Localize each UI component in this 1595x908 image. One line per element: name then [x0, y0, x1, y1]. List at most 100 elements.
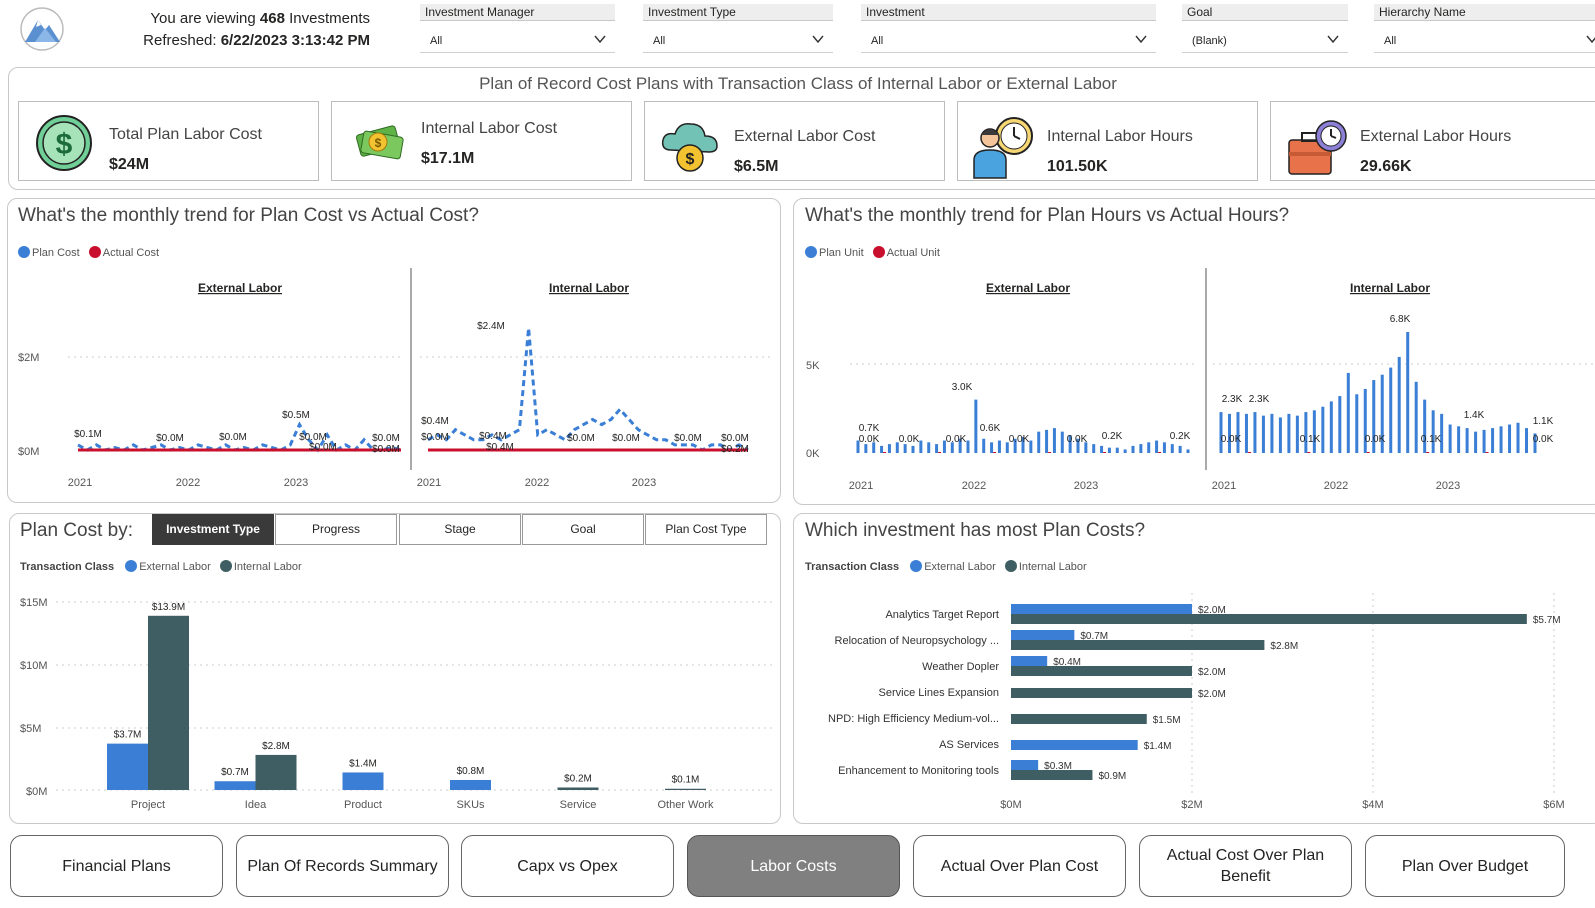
plan-unit-bar[interactable] — [1100, 445, 1104, 453]
bar[interactable] — [1011, 604, 1192, 614]
bar[interactable] — [1011, 656, 1048, 666]
plan-unit-bar[interactable] — [1499, 426, 1503, 453]
bar[interactable] — [107, 743, 148, 790]
plan-unit-bar[interactable] — [1321, 406, 1325, 453]
plan-unit-bar[interactable] — [911, 445, 915, 453]
actual-unit-bar[interactable] — [883, 452, 887, 453]
slicer-dropdown[interactable]: All — [1374, 29, 1595, 53]
plan-unit-bar[interactable] — [1329, 401, 1333, 453]
plan-unit-bar[interactable] — [864, 444, 868, 453]
slicer-dropdown[interactable]: All — [861, 29, 1156, 53]
actual-unit-bar[interactable] — [1366, 452, 1370, 453]
plan-unit-bar[interactable] — [966, 440, 970, 453]
plan-unit-bar[interactable] — [1244, 413, 1248, 453]
plan-unit-bar[interactable] — [880, 445, 884, 453]
plan-unit-bar[interactable] — [935, 444, 939, 453]
plan-unit-bar[interactable] — [1170, 444, 1174, 453]
slicer-dropdown[interactable]: All — [643, 29, 833, 53]
bar[interactable] — [1011, 740, 1138, 750]
plan-unit-bar[interactable] — [1045, 429, 1049, 453]
plan-unit-bar[interactable] — [1029, 440, 1033, 453]
tab-progress[interactable]: Progress — [275, 514, 397, 545]
legend-item-internal-labor[interactable]: Internal Labor — [1004, 560, 1087, 573]
bar[interactable] — [1011, 630, 1075, 640]
slicer-investment[interactable]: Investment All — [861, 4, 1156, 56]
slicer-hierarchy-name[interactable]: Hierarchy Name All — [1374, 4, 1595, 56]
plan-unit-bar[interactable] — [1406, 332, 1410, 453]
nav-actual-cost-over-plan-benefit-button[interactable]: Actual Cost Over Plan Benefit — [1139, 835, 1352, 897]
actual-unit-bar[interactable] — [993, 452, 997, 453]
bar[interactable] — [255, 754, 297, 790]
tab-goal[interactable]: Goal — [522, 514, 644, 545]
plan-unit-bar[interactable] — [1219, 412, 1223, 453]
plan-unit-bar[interactable] — [1115, 447, 1119, 453]
plan-unit-bar[interactable] — [927, 442, 931, 453]
plan-unit-bar[interactable] — [1060, 431, 1064, 453]
plan-unit-bar[interactable] — [1162, 442, 1166, 453]
bar[interactable] — [1011, 640, 1265, 650]
plan-unit-bar[interactable] — [1516, 422, 1520, 453]
bar[interactable] — [1011, 770, 1093, 780]
slicer-dropdown[interactable]: (Blank) — [1182, 29, 1348, 53]
bar[interactable] — [1011, 614, 1527, 624]
plan-unit-bar[interactable] — [1414, 381, 1418, 453]
actual-unit-bar[interactable] — [1426, 452, 1430, 453]
plan-unit-bar[interactable] — [919, 440, 923, 453]
plan-unit-bar[interactable] — [1155, 440, 1159, 453]
plan-unit-bar[interactable] — [1253, 412, 1257, 453]
slicer-dropdown[interactable]: All — [420, 29, 615, 53]
plan-unit-bar[interactable] — [982, 438, 986, 453]
plan-unit-bar[interactable] — [1304, 412, 1308, 453]
tab-stage[interactable]: Stage — [399, 514, 521, 545]
plan-unit-bar[interactable] — [1123, 449, 1127, 453]
plan-unit-bar[interactable] — [1389, 367, 1393, 453]
plan-unit-bar[interactable] — [1092, 444, 1096, 453]
nav-labor-costs-button[interactable]: Labor Costs — [687, 835, 900, 897]
legend-item-external-labor[interactable]: External Labor — [125, 560, 211, 573]
bar[interactable] — [1011, 666, 1192, 676]
actual-unit-bar[interactable] — [1307, 452, 1311, 453]
nav-capx-vs-opex-button[interactable]: Capx vs Opex — [461, 835, 674, 897]
nav-plan-of-records-summary-button[interactable]: Plan Of Records Summary — [236, 835, 449, 897]
plan-unit-bar[interactable] — [1236, 412, 1240, 453]
legend-item-actual-cost[interactable]: Actual Cost — [88, 246, 159, 259]
plan-unit-bar[interactable] — [1482, 429, 1486, 453]
legend-item-internal-labor[interactable]: Internal Labor — [219, 560, 302, 573]
plan-unit-bar[interactable] — [1270, 413, 1274, 453]
bar[interactable] — [214, 781, 256, 790]
plan-unit-bar[interactable] — [1346, 372, 1350, 453]
plan-unit-bar[interactable] — [1338, 396, 1342, 453]
plan-unit-bar[interactable] — [887, 444, 891, 453]
plan-unit-bar[interactable] — [974, 399, 978, 453]
plan-unit-bar[interactable] — [1052, 428, 1056, 453]
nav-plan-over-budget-button[interactable]: Plan Over Budget — [1365, 835, 1565, 897]
bar[interactable] — [342, 772, 384, 790]
plan-unit-bar[interactable] — [1491, 428, 1495, 453]
bar[interactable] — [1011, 688, 1192, 698]
actual-unit-bar[interactable] — [1158, 452, 1162, 453]
plan-unit-bar[interactable] — [1261, 415, 1265, 453]
plan-cost-line[interactable] — [427, 327, 749, 452]
bar[interactable] — [1011, 714, 1147, 724]
plan-unit-bar[interactable] — [1448, 424, 1452, 453]
slicer-investment-type[interactable]: Investment Type All — [643, 4, 833, 56]
plan-unit-bar[interactable] — [1287, 413, 1291, 453]
plan-unit-bar[interactable] — [1465, 428, 1469, 453]
plan-unit-bar[interactable] — [1431, 410, 1435, 453]
legend-item-plan-cost[interactable]: Plan Cost — [18, 246, 80, 259]
tab-plan-cost-type[interactable]: Plan Cost Type — [645, 514, 767, 545]
plan-unit-bar[interactable] — [1397, 356, 1401, 453]
nav-financial-plans-button[interactable]: Financial Plans — [10, 835, 223, 897]
bar[interactable] — [148, 615, 189, 790]
plan-unit-bar[interactable] — [997, 440, 1001, 453]
legend-item-actual-unit[interactable]: Actual Unit — [872, 246, 940, 259]
legend-item-plan-unit[interactable]: Plan Unit — [805, 246, 864, 259]
plan-unit-bar[interactable] — [1278, 417, 1282, 453]
plan-unit-bar[interactable] — [1147, 442, 1151, 453]
plan-unit-bar[interactable] — [1131, 445, 1135, 453]
plan-unit-bar[interactable] — [1186, 449, 1190, 453]
tab-investment-type[interactable]: Investment Type — [152, 514, 274, 545]
slicer-investment-manager[interactable]: Investment Manager All — [420, 4, 615, 56]
plan-unit-bar[interactable] — [1037, 431, 1041, 453]
bar[interactable] — [1011, 760, 1039, 770]
